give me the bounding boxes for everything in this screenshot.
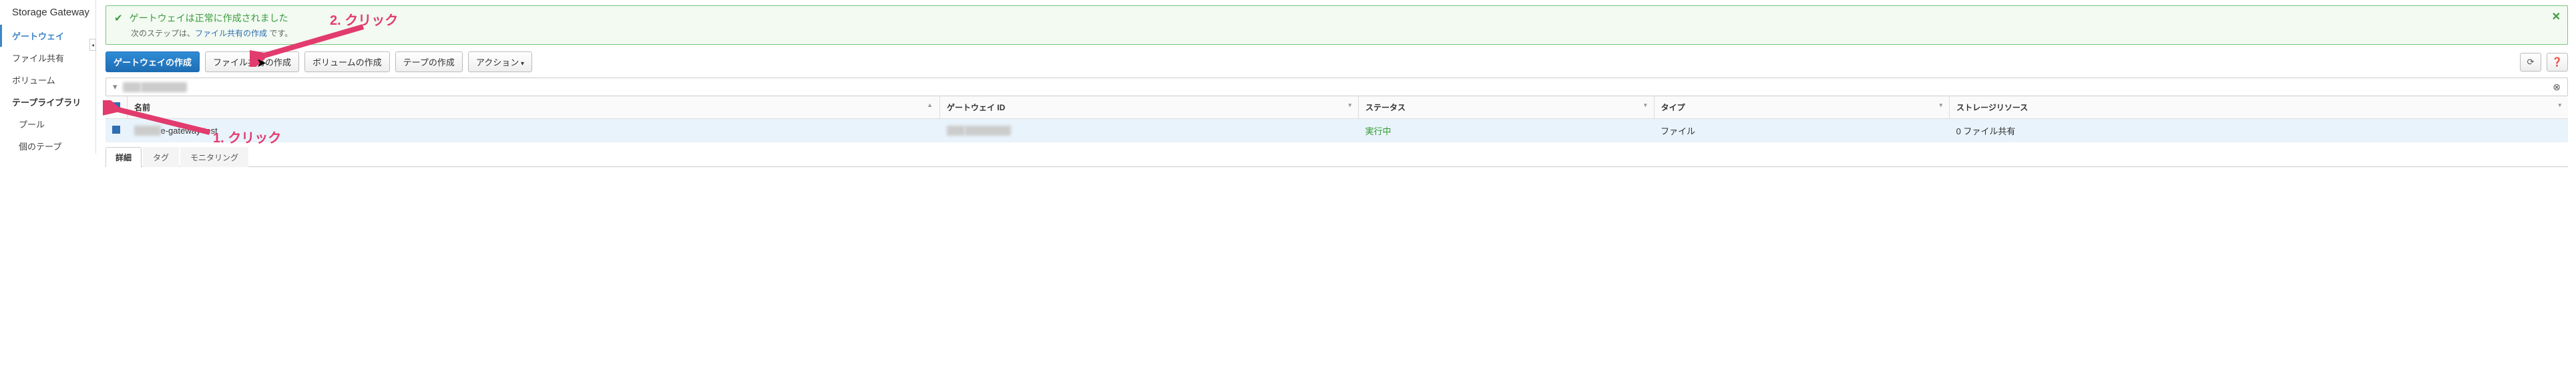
table-row[interactable]: storage-gateway-test sgw-XXXXXXXX 実行中 ファ… [105, 119, 2568, 143]
col-gateway-id[interactable]: ゲートウェイ ID▾ [940, 96, 1359, 119]
filter-value: sgw-XXXXXXXX [123, 82, 188, 92]
alert-title: ゲートウェイは正常に作成されました [130, 11, 288, 25]
alert-subtitle-suffix: です。 [267, 29, 292, 38]
sidebar-item-volumes[interactable]: ボリューム [0, 69, 95, 91]
sidebar-item-tapes[interactable]: 個のテープ [0, 135, 95, 157]
alert-close-icon[interactable]: ✕ [2552, 10, 2561, 23]
sidebar: Storage Gateway ゲートウェイ ファイル共有 ボリューム テープラ… [0, 0, 96, 154]
row-checkbox[interactable] [112, 126, 120, 134]
sort-icon: ▲ [927, 102, 933, 108]
filter-icon: ▾ [113, 82, 118, 92]
col-name[interactable]: 名前▲ [128, 96, 940, 119]
col-storage[interactable]: ストレージリソース▾ [1950, 96, 2568, 119]
cell-name: storage-gateway-test [128, 119, 940, 143]
sort-icon: ▾ [1644, 102, 1647, 109]
clear-filter-icon[interactable]: ⊗ [2553, 82, 2561, 93]
sort-icon: ▾ [1348, 102, 1351, 109]
cell-storage: 0 ファイル共有 [1950, 119, 2568, 143]
sidebar-heading-tapelibrary[interactable]: テープライブラリ [0, 91, 95, 113]
sidebar-item-fileshares[interactable]: ファイル共有 [0, 47, 95, 69]
alert-link-create-fileshare[interactable]: ファイル共有の作成 [195, 29, 267, 38]
success-alert: ✔ ゲートウェイは正常に作成されました 次のステップは、ファイル共有の作成 です… [105, 5, 2568, 45]
cell-status: 実行中 [1358, 119, 1654, 143]
create-fileshare-button[interactable]: ファイル共有の作成 [205, 51, 299, 72]
checkbox-icon[interactable] [112, 102, 120, 110]
actions-dropdown[interactable]: アクション [468, 51, 532, 72]
toolbar: ゲートウェイの作成 ファイル共有の作成 ボリュームの作成 テープの作成 アクショ… [105, 51, 2568, 72]
tab-monitoring[interactable]: モニタリング [180, 147, 248, 167]
sort-icon: ▾ [1940, 102, 1943, 109]
cell-type: ファイル [1654, 119, 1950, 143]
main-content: ✔ ゲートウェイは正常に作成されました 次のステップは、ファイル共有の作成 です… [96, 0, 2576, 154]
alert-subtitle: 次のステップは、ファイル共有の作成 です。 [114, 27, 2559, 39]
tab-tags[interactable]: タグ [143, 147, 179, 167]
create-gateway-button[interactable]: ゲートウェイの作成 [105, 51, 200, 72]
sidebar-item-gateways[interactable]: ゲートウェイ [0, 25, 95, 47]
sort-icon: ▾ [2558, 102, 2561, 109]
col-checkbox[interactable] [105, 96, 128, 119]
col-status[interactable]: ステータス▾ [1358, 96, 1654, 119]
check-icon: ✔ [114, 12, 123, 24]
actions-label: アクション [476, 57, 519, 68]
col-type[interactable]: タイプ▾ [1654, 96, 1950, 119]
cell-gateway-id: sgw-XXXXXXXX [940, 119, 1359, 143]
tab-details[interactable]: 詳細 [105, 147, 142, 167]
create-tape-button[interactable]: テープの作成 [395, 51, 463, 72]
refresh-button[interactable]: ⟳ [2520, 53, 2541, 72]
chevron-down-icon [519, 57, 524, 68]
filter-bar[interactable]: ▾ sgw-XXXXXXXX ⊗ [105, 78, 2568, 96]
sidebar-item-pools[interactable]: プール [0, 113, 95, 135]
sidebar-collapse-handle[interactable]: ◂ [89, 39, 96, 51]
alert-subtitle-prefix: 次のステップは、 [131, 29, 195, 38]
gateways-table: 名前▲ ゲートウェイ ID▾ ステータス▾ タイプ▾ ストレージリソース▾ st… [105, 96, 2568, 142]
service-title: Storage Gateway [0, 0, 95, 25]
help-button[interactable]: ❓ [2547, 53, 2568, 72]
detail-tabs: 詳細 タグ モニタリング [105, 146, 2568, 167]
create-volume-button[interactable]: ボリュームの作成 [304, 51, 390, 72]
